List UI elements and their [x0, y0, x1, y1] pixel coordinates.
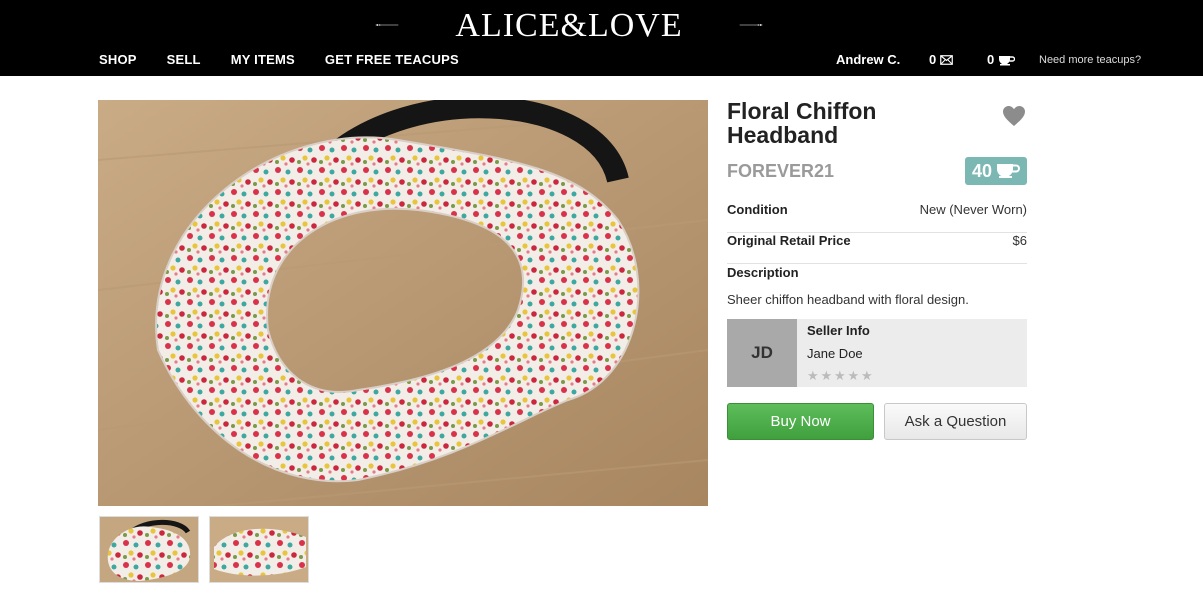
thumbnail-1[interactable] — [99, 516, 199, 583]
detail-row-condition: Condition New (Never Worn) — [727, 202, 1027, 233]
detail-row-retail-price: Original Retail Price $6 — [727, 233, 1027, 264]
envelope-icon — [940, 55, 954, 65]
detail-value: $6 — [1012, 233, 1027, 248]
star-icon: ★ — [861, 368, 873, 383]
product-title: Floral Chiffon Headband — [727, 98, 877, 148]
messages-count: 0 — [929, 52, 937, 67]
logo-right-arrow-icon — [739, 24, 763, 26]
main-nav: SHOP SELL MY ITEMS GET FREE TEACUPS — [99, 52, 489, 68]
teacup-icon — [997, 164, 1020, 178]
top-header: ALICE&LOVE SHOP SELL MY ITEMS GET FREE T… — [0, 0, 1203, 76]
nav-sell[interactable]: SELL — [167, 52, 201, 68]
detail-label: Condition — [727, 202, 788, 217]
product-brand[interactable]: FOREVER21 — [727, 161, 834, 181]
star-icon: ★ — [820, 368, 833, 383]
description-label: Description — [727, 265, 799, 280]
ask-question-button[interactable]: Ask a Question — [884, 403, 1027, 440]
seller-info-title: Seller Info — [807, 323, 870, 338]
thumbnail-1-image — [100, 517, 198, 582]
user-name[interactable]: Andrew C. — [836, 52, 900, 68]
nav-my-items[interactable]: MY ITEMS — [231, 52, 295, 68]
seller-info-card[interactable]: JD Seller Info Jane Doe ★ ★ ★ ★ ★ — [727, 319, 1027, 387]
logo-text: ALICE&LOVE — [455, 7, 683, 44]
teacup-price-badge: 40 — [965, 157, 1027, 185]
nav-get-free-teacups[interactable]: GET FREE TEACUPS — [325, 52, 459, 68]
teacups-count: 0 — [987, 52, 995, 67]
detail-label: Original Retail Price — [727, 233, 851, 248]
star-icon: ★ — [834, 368, 846, 383]
site-logo[interactable]: ALICE&LOVE — [353, 8, 785, 44]
nav-shop[interactable]: SHOP — [99, 52, 137, 68]
avatar[interactable]: JD — [727, 319, 797, 387]
messages-counter[interactable]: 0 — [929, 52, 954, 68]
teacups-counter[interactable]: 0 — [987, 52, 1016, 68]
buy-now-button[interactable]: Buy Now — [727, 403, 874, 440]
thumbnail-2-image — [210, 517, 308, 582]
star-icon: ★ — [807, 368, 819, 383]
seller-name[interactable]: Jane Doe — [807, 346, 863, 362]
star-icon: ★ — [847, 368, 860, 383]
logo-left-arrow-icon — [375, 24, 399, 26]
main-product-image[interactable] — [98, 100, 708, 506]
need-more-teacups-link[interactable]: Need more teacups? — [1039, 53, 1141, 67]
floral-headband-photo — [98, 100, 708, 506]
teacup-icon — [999, 55, 1016, 65]
teacup-price: 40 — [972, 160, 993, 181]
seller-rating: ★ ★ ★ ★ ★ — [807, 369, 875, 382]
thumbnail-2[interactable] — [209, 516, 309, 583]
description-text: Sheer chiffon headband with floral desig… — [727, 292, 969, 307]
favorite-heart-icon[interactable] — [1002, 105, 1026, 127]
detail-value: New (Never Worn) — [919, 202, 1027, 217]
